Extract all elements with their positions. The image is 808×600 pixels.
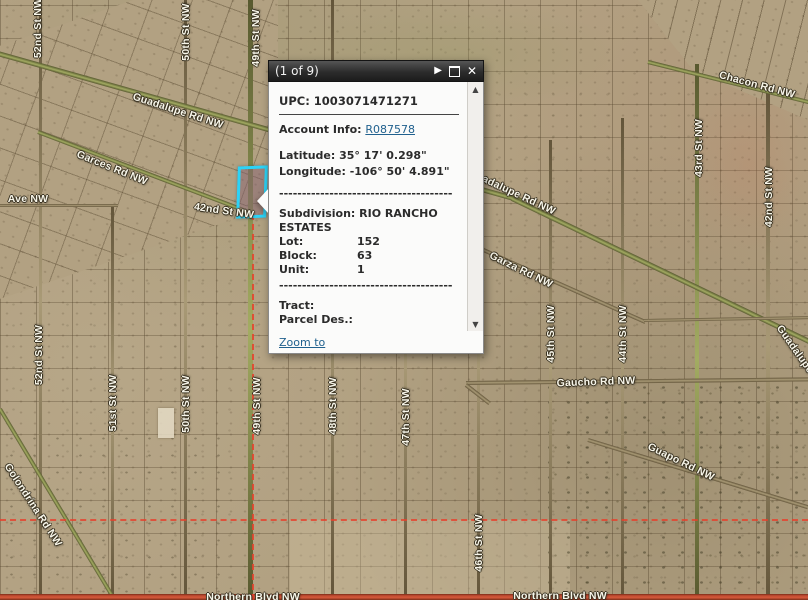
upc-value: UPC: 1003071471271 — [279, 94, 459, 108]
close-icon[interactable]: ✕ — [467, 65, 477, 77]
street-label: 46th St NW — [473, 514, 485, 571]
section-line-horizontal — [0, 519, 808, 521]
account-info-row: Account Info: R087578 — [279, 123, 459, 137]
popup-body: UPC: 1003071471271 Account Info: R087578… — [268, 82, 484, 354]
popup-content: UPC: 1003071471271 Account Info: R087578… — [269, 82, 483, 334]
scroll-up-icon[interactable]: ▲ — [468, 82, 483, 96]
block-value: 63 — [357, 249, 372, 263]
block-row: Block:63 — [279, 249, 459, 263]
maximize-icon[interactable] — [449, 66, 460, 77]
popup-result-count: (1 of 9) — [275, 64, 427, 78]
road-northern-blvd — [0, 594, 808, 600]
tract-row: Tract: — [279, 299, 459, 313]
unit-row: Unit:1 — [279, 263, 459, 277]
longitude-row: Longitude: -106° 50' 4.891" — [279, 165, 459, 179]
lot-row: Lot:152 — [279, 235, 459, 249]
latitude-value: 35° 17' 0.298" — [339, 149, 427, 162]
dashed-separator: -------------------------------------- — [279, 279, 459, 293]
street-label: Northern Blvd NW — [206, 591, 300, 600]
popup-footer: Zoom to — [269, 334, 483, 353]
street-label: 49th St NW — [250, 9, 262, 66]
street-label: 45th St NW — [545, 305, 557, 362]
parcel-des-row: Parcel Des.: — [279, 313, 459, 327]
zoom-to-link[interactable]: Zoom to — [279, 336, 325, 349]
street-label: 50th St NW — [180, 375, 192, 432]
parcel-info-popup: (1 of 9) ▶ ✕ UPC: 1003071471271 Account … — [268, 60, 484, 354]
scroll-down-icon[interactable]: ▼ — [468, 317, 483, 331]
street-label: 52nd St NW — [32, 0, 44, 58]
street-label: Ave NW — [8, 193, 48, 205]
street-label: 49th St NW — [251, 377, 263, 434]
lot-value: 152 — [357, 235, 380, 249]
unit-value: 1 — [357, 263, 365, 277]
street-label: 51st St NW — [107, 375, 119, 432]
popup-scrollbar[interactable]: ▲ ▼ — [467, 82, 483, 331]
street-label: 42nd St NW — [763, 167, 775, 227]
subdivision-row: Subdivision: RIO RANCHO ESTATES — [279, 207, 459, 235]
street-label: 48th St NW — [327, 377, 339, 434]
next-result-icon[interactable]: ▶ — [434, 66, 442, 76]
building-structure — [158, 408, 174, 438]
street-label: 50th St NW — [180, 3, 192, 60]
street-label: 44th St NW — [617, 305, 629, 362]
popup-titlebar[interactable]: (1 of 9) ▶ ✕ — [268, 60, 484, 82]
divider — [279, 114, 459, 115]
map-viewer: 52nd St NW50th St NW49th St NWGuadalupe … — [0, 0, 808, 600]
dashed-separator: -------------------------------------- — [279, 187, 459, 201]
street-label: 52nd St NW — [33, 325, 45, 385]
street-label: 43rd St NW — [693, 119, 705, 177]
street-label: 47th St NW — [400, 388, 412, 445]
road-50th-st — [184, 0, 187, 600]
street-label: Northern Blvd NW — [513, 590, 607, 600]
account-link[interactable]: R087578 — [365, 123, 415, 136]
longitude-value: -106° 50' 4.891" — [350, 165, 450, 178]
latitude-row: Latitude: 35° 17' 0.298" — [279, 149, 459, 163]
